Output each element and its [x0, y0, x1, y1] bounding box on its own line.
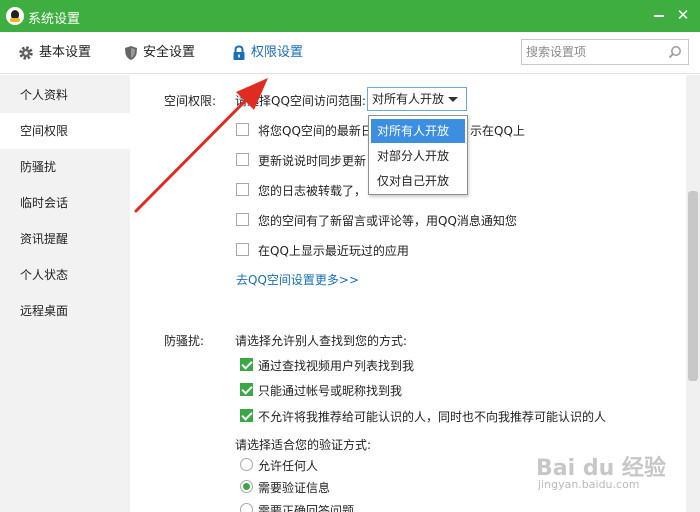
scope-select[interactable]: 对所有人开放 — [367, 87, 467, 111]
verify-method-prompt: 请选择适合您的验证方式: — [235, 438, 372, 452]
scope-option-self[interactable]: 仅对自己开放 — [371, 169, 465, 193]
tab-basic-settings[interactable]: 基本设置 — [18, 32, 91, 74]
watermark-url: jingyan.baidu.com — [538, 478, 640, 491]
verify-option-label: 需要验证信息 — [258, 481, 331, 495]
space-option-checkbox[interactable] — [236, 123, 249, 136]
lock-icon — [233, 44, 245, 60]
verify-option-radio[interactable] — [240, 458, 253, 471]
space-option-label: 在QQ上显示最近玩过的应用 — [258, 244, 409, 258]
space-option-checkbox[interactable] — [236, 153, 249, 166]
sidebar-item-temp-session[interactable]: 临时会话 — [0, 185, 130, 221]
minimize-button[interactable] — [648, 4, 670, 26]
gear-icon — [19, 45, 33, 60]
find-option-checkbox[interactable] — [240, 409, 253, 422]
sidebar-item-anti-harassment[interactable]: 防骚扰 — [0, 149, 130, 185]
scope-option-some[interactable]: 对部分人开放 — [371, 144, 465, 168]
qzone-more-settings-link[interactable]: 去QQ空间设置更多>> — [236, 271, 359, 288]
space-option-label: 将您QQ空间的最新日 — [258, 124, 373, 138]
find-option-label: 不允许将我推荐给可能认识的人，同时也不向我推荐可能认识的人 — [258, 410, 607, 424]
verify-option-radio[interactable] — [240, 480, 253, 493]
chevron-down-icon — [448, 97, 458, 102]
sidebar-item-remote-desktop[interactable]: 远程桌面 — [0, 293, 130, 329]
space-option-checkbox[interactable] — [236, 183, 249, 196]
space-option-label: 您的日志被转载了， — [258, 184, 367, 198]
title-bar: 系统设置 ✕ — [0, 0, 700, 32]
scope-selected-value: 对所有人开放 — [372, 92, 445, 106]
content-scrollbar[interactable] — [686, 75, 700, 512]
sidebar-item-news-alerts[interactable]: 资讯提醒 — [0, 221, 130, 257]
find-option-label: 通过查找视频用户列表找到我 — [258, 359, 415, 373]
scope-dropdown-menu: 对所有人开放 对部分人开放 仅对自己开放 — [368, 115, 468, 195]
sidebar-item-personal-status[interactable]: 个人状态 — [0, 257, 130, 293]
space-option-checkbox[interactable] — [236, 243, 249, 256]
find-option-checkbox[interactable] — [240, 358, 253, 371]
scope-option-all[interactable]: 对所有人开放 — [371, 119, 465, 143]
search-input[interactable] — [526, 43, 666, 61]
verify-option-label: 需要正确回答问题 — [258, 504, 355, 512]
verify-option-label: 允许任何人 — [258, 459, 319, 473]
scrollbar-thumb[interactable] — [688, 191, 698, 381]
space-option-label: 您的空间有了新留言或评论等，用QQ消息通知您 — [258, 214, 517, 228]
window-title: 系统设置 — [28, 12, 81, 27]
settings-sidebar: 个人资料 空间权限 防骚扰 临时会话 资讯提醒 个人状态 远程桌面 — [0, 75, 130, 512]
anti-harassment-heading: 防骚扰: — [164, 334, 205, 348]
settings-search[interactable] — [521, 39, 689, 65]
shield-icon — [125, 45, 137, 60]
space-option-label-tail: 示在QQ上 — [470, 124, 525, 138]
qq-penguin-icon — [6, 7, 24, 25]
tab-permission-settings[interactable]: 权限设置 — [232, 32, 303, 74]
space-option-label: 更新说说时同步更新 — [258, 154, 367, 168]
find-option-label: 只能通过帐号或昵称找到我 — [258, 384, 403, 398]
sidebar-item-space-permission[interactable]: 空间权限 — [0, 113, 130, 149]
tab-label: 基本设置 — [39, 45, 92, 60]
scope-prompt: 请选择QQ空间访问范围: — [235, 94, 366, 108]
find-option-checkbox[interactable] — [240, 383, 253, 396]
search-icon[interactable] — [668, 45, 682, 59]
tab-security-settings[interactable]: 安全设置 — [124, 32, 195, 74]
tab-label: 安全设置 — [143, 45, 196, 60]
close-button[interactable]: ✕ — [672, 4, 694, 26]
tab-label: 权限设置 — [251, 45, 304, 60]
find-method-prompt: 请选择允许别人查找到您的方式: — [235, 334, 408, 348]
space-permission-heading: 空间权限: — [164, 94, 217, 108]
space-option-checkbox[interactable] — [236, 213, 249, 226]
verify-option-radio[interactable] — [240, 503, 253, 512]
sidebar-item-profile[interactable]: 个人资料 — [0, 77, 130, 113]
